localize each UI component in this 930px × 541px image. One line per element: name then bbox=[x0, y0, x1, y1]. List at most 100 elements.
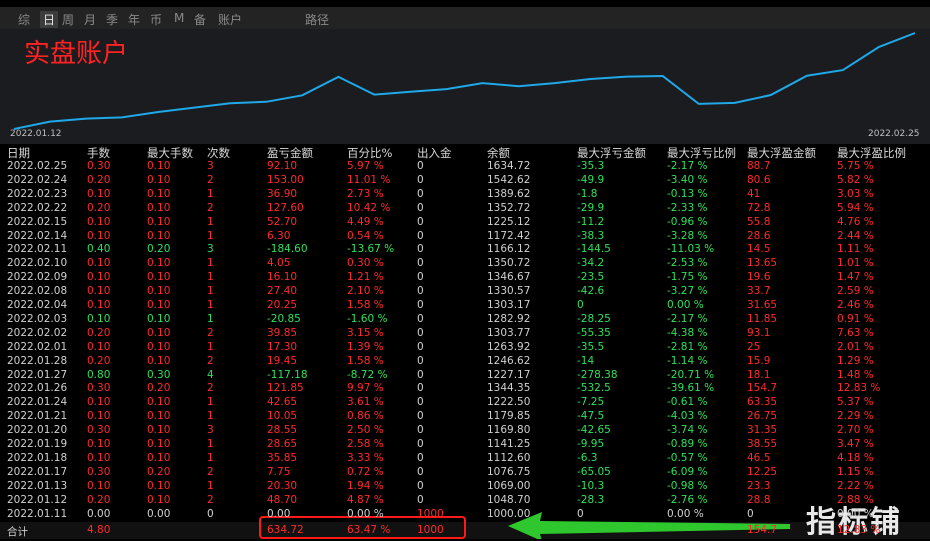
table-cell: 0 bbox=[417, 229, 424, 242]
table-cell: -20.85 bbox=[267, 312, 301, 325]
table-cell: 1352.72 bbox=[487, 201, 531, 214]
table-cell: 35.85 bbox=[267, 451, 298, 464]
table-cell: 1.11 % bbox=[837, 243, 874, 256]
table-cell: 3 bbox=[207, 243, 214, 256]
table-cell: 1179.85 bbox=[487, 410, 531, 423]
table-cell: 18.1 bbox=[747, 368, 771, 381]
column-header: 手数 bbox=[87, 146, 110, 160]
table-cell: -49.9 bbox=[577, 173, 605, 186]
table-cell: 2022.02.03 bbox=[7, 312, 68, 325]
table-cell: 39.85 bbox=[267, 326, 298, 339]
table-cell: 4 bbox=[207, 368, 214, 381]
table-cell: 2 bbox=[207, 354, 214, 367]
table-cell: 0.10 bbox=[147, 424, 171, 437]
table-cell: 0 bbox=[417, 243, 424, 256]
total-cell: 154.7 bbox=[747, 524, 778, 536]
table-cell: 0.10 bbox=[87, 257, 111, 270]
table-cell: 2.01 % bbox=[837, 340, 874, 353]
chart-title: 实盘账户 bbox=[24, 39, 129, 69]
table-cell: 1141.25 bbox=[487, 438, 531, 450]
table-cell: 0 bbox=[577, 299, 584, 311]
tab-2[interactable]: 周 bbox=[62, 11, 74, 28]
table-cell: 1.21 % bbox=[347, 271, 384, 284]
table-cell: 6.30 bbox=[267, 229, 291, 242]
table-cell: 1.29 % bbox=[837, 354, 874, 367]
table-cell: 31.35 bbox=[747, 424, 778, 437]
column-header: 出入金 bbox=[417, 146, 452, 160]
table-cell: 127.60 bbox=[267, 201, 304, 214]
table-cell: 1112.60 bbox=[487, 451, 531, 464]
table-cell: -1.14 % bbox=[667, 354, 708, 367]
table-cell: 0.86 % bbox=[347, 410, 384, 423]
tab-3[interactable]: 月 bbox=[84, 11, 96, 28]
table-cell: -117.18 bbox=[267, 368, 308, 381]
table-cell: 0 bbox=[417, 187, 424, 200]
table-cell: 4.05 bbox=[267, 257, 291, 270]
table-cell: 0.91 % bbox=[837, 312, 874, 325]
column-header: 最大手数 bbox=[147, 146, 193, 160]
table-cell: 0 bbox=[417, 201, 424, 214]
tab-8[interactable]: 备 bbox=[194, 11, 206, 28]
table-cell: 1076.75 bbox=[487, 465, 531, 478]
table-cell: 0.30 bbox=[147, 368, 171, 381]
column-header: 余额 bbox=[487, 146, 510, 160]
tab-6[interactable]: 币 bbox=[150, 11, 162, 28]
tab-0[interactable]: 综 bbox=[18, 11, 30, 28]
table-cell: 1 bbox=[207, 299, 214, 311]
table-cell: 0.00 % bbox=[347, 507, 384, 520]
table-cell: 1.58 % bbox=[347, 354, 384, 367]
table-cell: -39.61 % bbox=[667, 382, 715, 395]
table-cell: 1 bbox=[207, 340, 214, 353]
table-cell: 2022.02.10 bbox=[7, 257, 68, 270]
table-cell: 1346.67 bbox=[487, 271, 531, 284]
tab-9[interactable]: 账户 bbox=[218, 11, 242, 28]
table-cell: -4.38 % bbox=[667, 326, 708, 339]
table-cell: 2022.02.23 bbox=[7, 187, 68, 200]
column-header: 最大浮盈金额 bbox=[747, 146, 816, 160]
table-cell: -278.38 bbox=[577, 368, 618, 381]
table-cell: 28.6 bbox=[747, 229, 771, 242]
table-cell: 0.10 bbox=[87, 187, 111, 200]
table-cell: -0.13 % bbox=[667, 187, 708, 200]
table-cell: 0 bbox=[417, 451, 424, 464]
table-cell: 17.30 bbox=[267, 340, 298, 353]
table-cell: 2.10 % bbox=[347, 285, 384, 298]
table-cell: 0.10 bbox=[147, 160, 171, 172]
table-cell: 0 bbox=[417, 326, 424, 339]
table-cell: 1000.00 bbox=[487, 507, 531, 520]
table-cell: 11.85 bbox=[747, 312, 778, 325]
tab-1[interactable]: 日 bbox=[40, 11, 59, 28]
table-cell: 48.70 bbox=[267, 493, 298, 506]
table-cell: 3.61 % bbox=[347, 396, 384, 409]
table-cell: 1000 bbox=[417, 507, 444, 520]
table-cell: 2022.01.13 bbox=[7, 479, 68, 492]
table-cell: 2022.01.26 bbox=[7, 382, 68, 395]
table-cell: 0 bbox=[417, 438, 424, 450]
table-cell: 3.03 % bbox=[837, 187, 874, 200]
table-cell: 12.83 % bbox=[837, 382, 881, 395]
tab-7[interactable]: M bbox=[174, 11, 184, 25]
table-cell: 2022.02.04 bbox=[7, 299, 68, 311]
table-cell: 0.10 bbox=[87, 215, 111, 228]
total-cell: 63.47 % bbox=[347, 524, 391, 536]
table-cell: 2022.02.15 bbox=[7, 215, 68, 228]
table-cell: 0.10 bbox=[147, 187, 171, 200]
table-cell: -1.75 % bbox=[667, 271, 708, 284]
table-cell: 2022.01.24 bbox=[7, 396, 68, 409]
table-cell: 0.10 bbox=[147, 438, 171, 450]
table-cell: 2.29 % bbox=[837, 410, 874, 423]
table-cell: -9.95 bbox=[577, 438, 605, 450]
table-cell: 0.72 % bbox=[347, 465, 384, 478]
tab-4[interactable]: 季 bbox=[106, 11, 118, 28]
table-cell: 2 bbox=[207, 173, 214, 186]
table-cell: 0.20 bbox=[87, 326, 111, 339]
table-cell: 28.65 bbox=[267, 438, 298, 450]
tab-10[interactable]: 路径 bbox=[305, 11, 329, 28]
table-cell: 0.10 bbox=[147, 451, 171, 464]
table-cell: 0.40 bbox=[87, 243, 111, 256]
table-cell: -20.71 % bbox=[667, 368, 715, 381]
tab-5[interactable]: 年 bbox=[128, 11, 140, 28]
table-cell: 3.15 % bbox=[347, 326, 384, 339]
table-cell: 1 bbox=[207, 312, 214, 325]
table-cell: 26.75 bbox=[747, 410, 778, 423]
